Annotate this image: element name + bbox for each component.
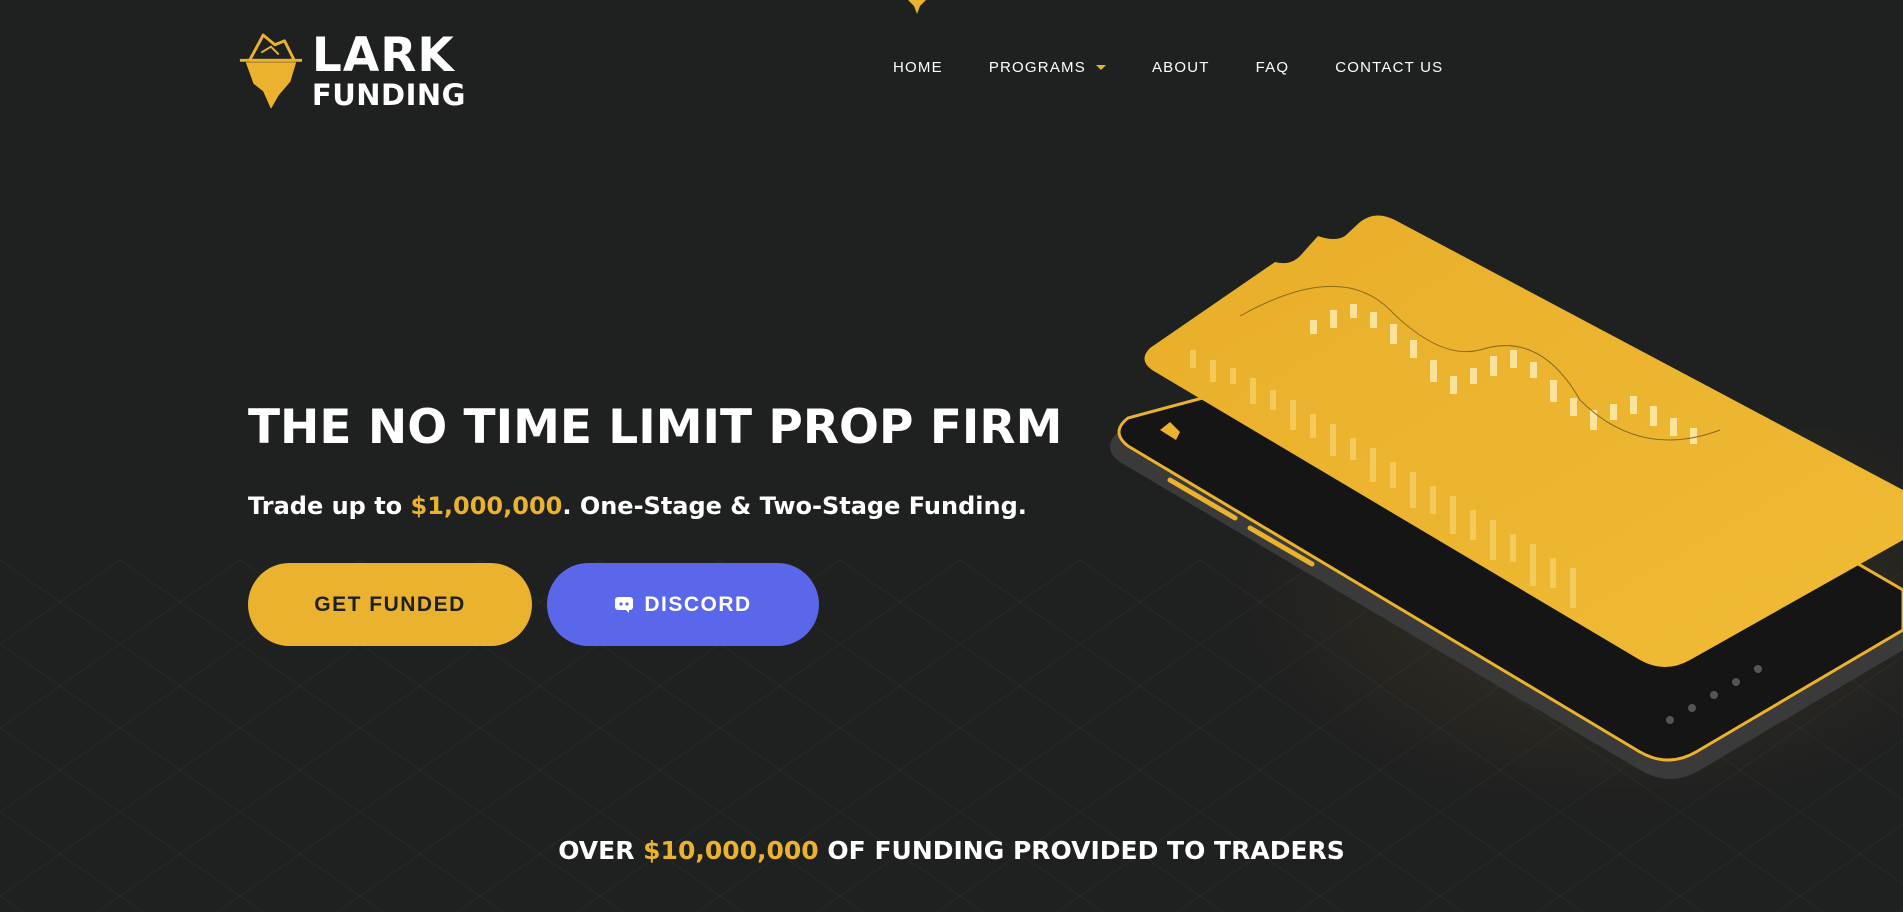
top-notch-icon — [908, 0, 926, 14]
nav-label: PROGRAMS — [988, 58, 1086, 76]
nav-label: FAQ — [1255, 58, 1290, 76]
main-nav: HOME PROGRAMS ABOUT FAQ CONTACT US — [893, 56, 1443, 78]
brand-logo[interactable]: LARK FUNDING — [236, 30, 466, 112]
discord-label: DISCORD — [644, 592, 752, 616]
nav-item-faq[interactable]: FAQ — [1256, 59, 1290, 76]
nav-item-programs[interactable]: PROGRAMS — [989, 59, 1106, 76]
brand-line-2: FUNDING — [311, 78, 466, 112]
discord-button[interactable]: DISCORD — [547, 563, 819, 646]
stats-prefix: OVER — [558, 836, 644, 865]
nav-item-contact[interactable]: CONTACT US — [1335, 59, 1443, 76]
stats-suffix: OF FUNDING PROVIDED TO TRADERS — [818, 836, 1345, 865]
trading-phone-illustration — [1110, 215, 1903, 779]
nav-label: CONTACT US — [1335, 58, 1444, 76]
hero-subtitle-suffix: . One-Stage & Two-Stage Funding. — [562, 492, 1027, 520]
nav-label: HOME — [893, 58, 943, 76]
nav-item-home[interactable]: HOME — [893, 59, 943, 76]
caret-down-icon — [1095, 64, 1106, 70]
brand-line-1: LARK — [311, 28, 455, 83]
hero-subtitle: Trade up to $1,000,000. One-Stage & Two-… — [248, 492, 1027, 520]
hero-subtitle-amount: $1,000,000 — [410, 492, 563, 520]
nav-label: ABOUT — [1151, 58, 1210, 76]
get-funded-label: GET FUNDED — [314, 592, 466, 616]
hero-title: THE NO TIME LIMIT PROP FIRM — [248, 400, 1063, 455]
stats-amount: $10,000,000 — [643, 836, 819, 865]
get-funded-button[interactable]: GET FUNDED — [248, 563, 532, 646]
hero-subtitle-prefix: Trade up to — [248, 492, 411, 520]
discord-icon — [615, 596, 634, 613]
iceberg-logo-icon — [239, 33, 303, 109]
funding-stats: OVER $10,000,000 OF FUNDING PROVIDED TO … — [0, 836, 1903, 865]
nav-item-about[interactable]: ABOUT — [1152, 59, 1210, 76]
